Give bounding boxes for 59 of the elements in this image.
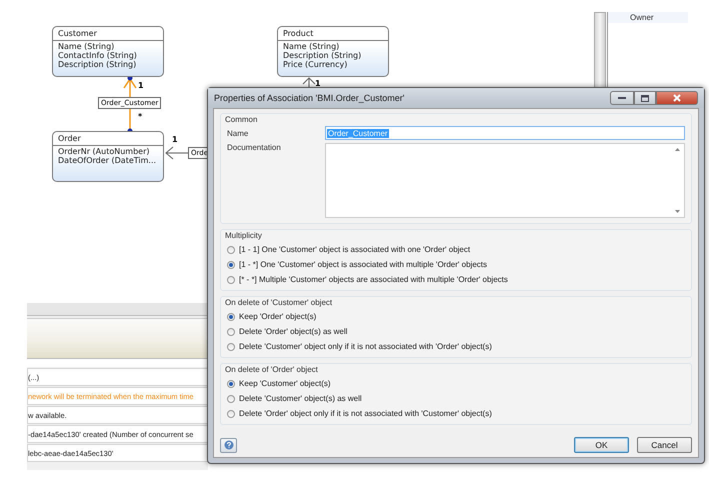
radio-label[interactable]: [1 - 1] One 'Customer' object is associated with one 'Order' object [239, 245, 470, 254]
multiplicity-label: 1 [138, 81, 144, 90]
radio-label[interactable]: Delete 'Customer' object only if it is not associated with 'Order' object(s) [239, 342, 492, 351]
radio-button[interactable] [227, 328, 235, 336]
entity-box[interactable]: Customer Name (String) ContactInfo (String) Description (String) [52, 26, 164, 77]
radio-label[interactable]: Keep 'Order' object(s) [239, 312, 316, 321]
radio-label[interactable]: [* - *] Multiple 'Customer' objects are associated with multiple 'Order' objects [239, 275, 508, 284]
radio-button[interactable] [227, 342, 235, 350]
group-legend: Multiplicity [225, 231, 685, 240]
radio-button[interactable] [227, 312, 235, 320]
entity-attribute: ContactInfo (String) [58, 51, 138, 60]
help-icon [224, 440, 234, 450]
radio-button[interactable] [227, 276, 235, 284]
entity-attribute: Name (String) [58, 42, 116, 51]
entity-attribute: Description (String) [58, 60, 138, 69]
entity-box[interactable]: Product Name (String) Description (String) Price (Currency) [277, 26, 389, 77]
entity-attribute: Description (String) [283, 51, 362, 60]
close-icon [673, 94, 681, 102]
minimize-icon [618, 96, 626, 100]
documentation-field[interactable] [325, 143, 685, 218]
window-title: Properties of Association 'BMI.Order_Customer' [214, 93, 406, 103]
radio-label[interactable]: Keep 'Customer' object(s) [239, 379, 331, 388]
radio-label[interactable]: [1 - *] One 'Customer' object is associated with multiple 'Order' objects [239, 260, 487, 269]
maximize-button[interactable] [634, 91, 656, 105]
entity-name: Customer [53, 27, 163, 41]
multiplicity-label: 1 [172, 135, 178, 144]
cancel-button[interactable]: Cancel [637, 437, 692, 453]
radio-button[interactable] [227, 410, 235, 418]
radio-button[interactable] [227, 246, 235, 254]
radio-label[interactable]: Delete 'Customer' object(s) as well [239, 394, 362, 403]
radio-button[interactable] [227, 380, 235, 388]
radio-button[interactable] [227, 394, 235, 402]
entity-attribute: Price (Currency) [283, 60, 348, 69]
radio-label[interactable]: Delete 'Order' object only if it is not associated with 'Customer' object(s) [239, 409, 492, 418]
maximize-icon [641, 94, 649, 102]
field-label: Name [227, 128, 250, 138]
scroll-up-icon[interactable] [675, 148, 680, 151]
group-legend: On delete of 'Order' object [225, 365, 685, 374]
close-button[interactable] [656, 91, 698, 105]
scroll-down-icon[interactable] [675, 210, 680, 213]
association-arrow[interactable] [165, 146, 188, 160]
entity-name: Order [53, 132, 163, 146]
scrollbar[interactable] [594, 12, 606, 88]
group-legend: On delete of 'Customer' object [225, 298, 685, 307]
entity-attribute: OrderNr (AutoNumber) [58, 147, 151, 156]
minimize-button[interactable] [610, 91, 634, 105]
help-button[interactable] [220, 438, 237, 452]
entity-box[interactable]: Order OrderNr (AutoNumber) DateOfOrder (DateTim... [52, 131, 164, 182]
multiplicity-label: * [138, 112, 142, 121]
field-label: Documentation [227, 142, 282, 152]
ok-button[interactable]: OK [574, 437, 629, 453]
panel-item[interactable]: Owner [608, 12, 688, 23]
entity-attribute: Name (String) [283, 42, 340, 51]
multiplicity-label: 1 [315, 79, 321, 88]
radio-label[interactable]: Delete 'Order' object(s) as well [239, 327, 348, 336]
radio-button[interactable] [227, 260, 235, 268]
entity-attribute: DateOfOrder (DateTim... [58, 156, 158, 165]
group-legend: Common [225, 115, 685, 124]
entity-name: Product [278, 27, 388, 41]
